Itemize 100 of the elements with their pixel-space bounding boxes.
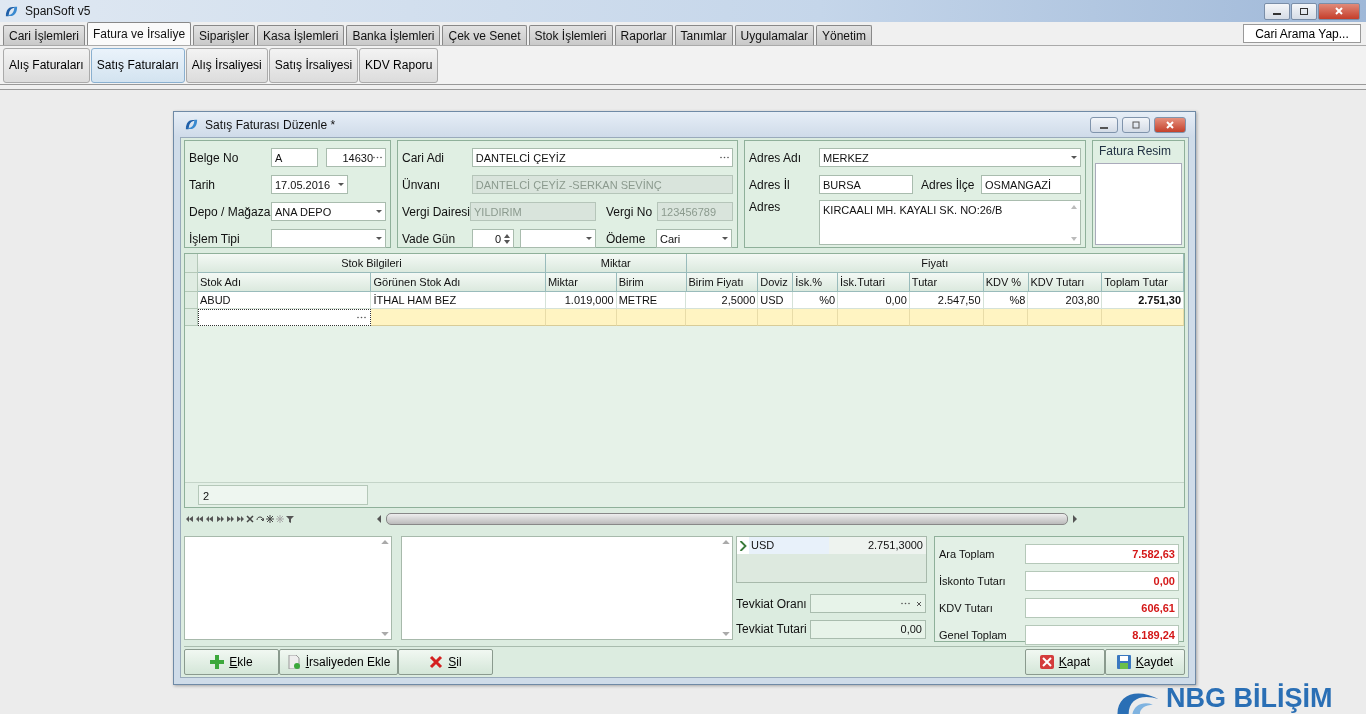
menu-tab[interactable]: Cari İşlemleri [3, 25, 85, 45]
column-header[interactable]: KDV % [983, 273, 1029, 292]
field-label: Adres İl [749, 177, 791, 192]
first-record-icon[interactable] [186, 515, 194, 523]
minimize-button[interactable] [1090, 116, 1118, 133]
field-label: Belge No [189, 150, 240, 165]
field-label: Vade Gün [402, 231, 457, 246]
previous-page-icon[interactable] [196, 515, 204, 523]
total-value: 7.582,63 [1025, 543, 1179, 564]
delete-record-icon[interactable] [246, 515, 254, 523]
menu-tab[interactable]: Siparişler [193, 25, 256, 45]
minimize-icon [1100, 126, 1108, 129]
customer-name-field[interactable]: DANTELCİ ÇEYİZ [471, 148, 733, 167]
submenu-button[interactable]: Satış İrsaliyesi [268, 47, 359, 83]
total-value: 8.189,24 [1025, 624, 1179, 645]
column-header[interactable]: Görünen Stok Adı [371, 273, 546, 292]
next-record-icon[interactable] [216, 515, 224, 523]
column-header[interactable]: Stok Adı [198, 273, 372, 292]
field-label: Adres Adı [749, 150, 803, 165]
due-type-dropdown[interactable] [520, 229, 596, 248]
table-cell[interactable] [198, 309, 372, 326]
action-button[interactable]: Sil [398, 649, 493, 675]
undo-icon[interactable] [256, 515, 264, 523]
city-field[interactable]: BURSA [819, 175, 913, 194]
column-group-header: Miktar [545, 254, 687, 273]
panel-title: Fatura Resim [1098, 143, 1173, 160]
row-count: 2 [198, 485, 368, 505]
filter-icon[interactable] [286, 515, 294, 523]
menu-tab[interactable]: Stok İşlemleri [528, 25, 613, 45]
action-button[interactable]: Kaydet [1105, 649, 1185, 675]
delete-icon [429, 655, 444, 669]
column-header[interactable]: KDV Tutarı [1028, 273, 1103, 292]
column-header[interactable]: Birim Fiyatı [686, 273, 759, 292]
insert-record-icon[interactable] [266, 515, 274, 523]
column-header[interactable]: Doviz [758, 273, 794, 292]
total-value: 606,61 [1025, 597, 1179, 618]
close-button[interactable] [1154, 116, 1186, 133]
warehouse-dropdown[interactable]: ANA DEPO [271, 202, 386, 221]
close-button[interactable] [1318, 2, 1360, 20]
scroll-right-icon[interactable] [1072, 515, 1078, 523]
submenu-button[interactable]: Alış İrsaliyesi [185, 47, 268, 83]
next-page-icon[interactable] [226, 515, 234, 523]
menu-tab[interactable]: Banka İşlemleri [346, 25, 441, 45]
menu-tab[interactable]: Yönetim [815, 25, 872, 45]
last-record-icon[interactable] [236, 515, 244, 523]
total-label: İskonto Tutarı [939, 574, 1007, 587]
scroll-left-icon[interactable] [376, 515, 382, 523]
caret-icon [338, 183, 344, 186]
action-button[interactable]: Kapat [1025, 649, 1105, 675]
column-group-header: Stok Bilgileri [198, 254, 546, 273]
submenu-button[interactable]: Satış Faturaları [90, 47, 185, 83]
address-name-dropdown[interactable]: MERKEZ [819, 148, 1081, 167]
caret-icon [1071, 156, 1077, 159]
close-icon [1039, 655, 1054, 669]
column-header[interactable]: İsk.% [793, 273, 839, 292]
due-days-spinner[interactable]: 0 [472, 229, 514, 248]
date-picker[interactable]: 17.05.2016 [271, 175, 348, 194]
district-field[interactable]: OSMANGAZİ [981, 175, 1081, 194]
field-label: Vergi No [606, 204, 654, 219]
brand-logo-text: NBG BİLİŞİM [1166, 682, 1333, 714]
menu-tab[interactable]: Çek ve Senet [442, 25, 527, 45]
action-button[interactable]: Ekle [184, 649, 279, 675]
total-label: KDV Tutarı [939, 601, 994, 614]
restore-button[interactable] [1291, 2, 1317, 20]
transaction-type-dropdown[interactable] [271, 229, 386, 248]
document-number-field[interactable]: 14630 [326, 148, 386, 167]
column-header[interactable]: Tutar [909, 273, 984, 292]
column-header[interactable]: Birim [616, 273, 687, 292]
address-field[interactable]: KIRCAALI MH. KAYALI SK. NO:26/B [819, 200, 1081, 245]
menu-tab[interactable]: Raporlar [614, 25, 673, 45]
customer-search-button[interactable]: Cari Arama Yap... [1243, 24, 1361, 43]
app-logo-icon [184, 117, 199, 132]
column-header[interactable]: Miktar [545, 273, 617, 292]
ellipsis-icon [357, 316, 367, 319]
menu-tab[interactable]: Tanımlar [674, 25, 733, 45]
plus-icon [210, 655, 225, 669]
column-header[interactable]: İsk.Tutari [838, 273, 910, 292]
minimize-button[interactable] [1264, 2, 1290, 20]
field-label: İşlem Tipi [189, 231, 241, 246]
app-title: SpanSoft v5 [25, 4, 91, 18]
column-header[interactable]: Toplam Tutar [1102, 273, 1185, 292]
series-field[interactable]: A [271, 148, 318, 167]
menu-tab[interactable]: Fatura ve İrsaliye [87, 22, 192, 45]
scrollbar-icon [1070, 203, 1078, 243]
previous-record-icon[interactable] [206, 515, 214, 523]
column-group-header: Fiyatı [686, 254, 1184, 273]
description-field[interactable] [401, 536, 733, 640]
caret-icon [376, 237, 382, 240]
notes-field[interactable] [184, 536, 392, 640]
action-button[interactable]: İrsaliyeden Ekle [279, 649, 398, 675]
withholding-amount-field[interactable]: 0,00 [810, 619, 926, 639]
menu-tab[interactable]: Uygulamalar [734, 25, 814, 45]
menu-tab[interactable]: Kasa İşlemleri [257, 25, 345, 45]
withholding-rate-field[interactable] [810, 594, 926, 614]
submenu-button[interactable]: Alış Faturaları [3, 47, 90, 83]
payment-dropdown[interactable]: Cari [656, 229, 732, 248]
submenu-button[interactable]: KDV Raporu [359, 47, 439, 83]
maximize-button[interactable] [1122, 116, 1150, 133]
ellipsis-icon [720, 156, 729, 159]
scrollbar-thumb[interactable] [386, 513, 1068, 525]
